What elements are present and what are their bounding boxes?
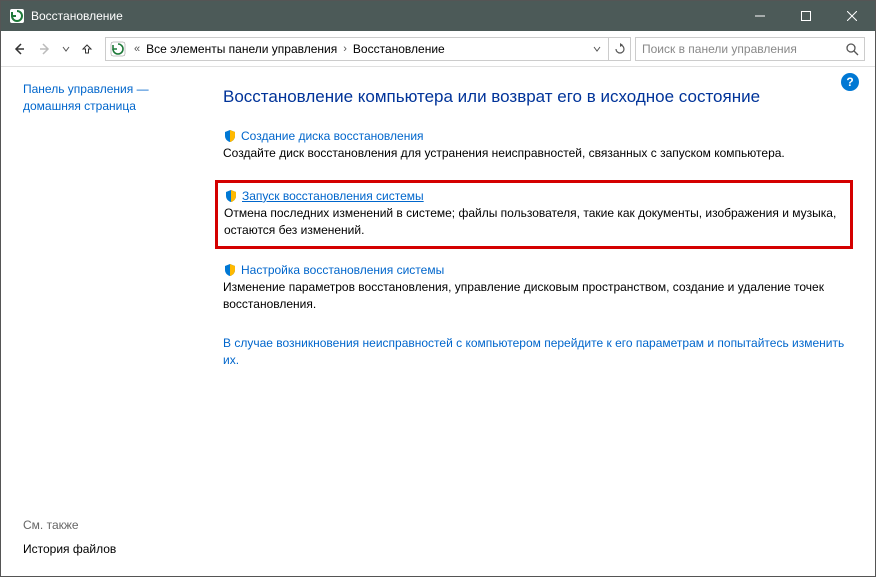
breadcrumb-item-recovery[interactable]: Восстановление (351, 42, 447, 56)
create-recovery-drive-desc: Создайте диск восстановления для устране… (223, 145, 845, 162)
content: ? Восстановление компьютера или возврат … (211, 67, 875, 576)
configure-system-restore-desc: Изменение параметров восстановления, упр… (223, 279, 845, 313)
maximize-button[interactable] (783, 1, 829, 31)
sidebar-home-label-line2: домашняя страница (23, 99, 136, 113)
page-title: Восстановление компьютера или возврат ег… (223, 87, 845, 107)
recovery-option-create-drive: Создание диска восстановления Создайте д… (223, 129, 845, 162)
address-bar[interactable]: « Все элементы панели управления › Восст… (105, 37, 631, 61)
window-title: Восстановление (31, 9, 737, 23)
sidebar-home-label-line1: Панель управления — (23, 82, 149, 96)
create-recovery-drive-link[interactable]: Создание диска восстановления (241, 129, 424, 143)
minimize-button[interactable] (737, 1, 783, 31)
search-input[interactable] (636, 42, 840, 56)
help-icon[interactable]: ? (841, 73, 859, 91)
sidebar: Панель управления — домашняя страница См… (1, 67, 211, 576)
highlighted-option: Запуск восстановления системы Отмена пос… (215, 180, 853, 250)
shield-icon (223, 263, 237, 277)
sidebar-file-history-link[interactable]: История файлов (23, 542, 205, 556)
breadcrumb-root-chevron[interactable]: « (130, 43, 144, 55)
app-icon (9, 8, 25, 24)
address-dropdown-button[interactable] (586, 38, 608, 60)
chevron-right-icon[interactable]: › (339, 43, 351, 55)
breadcrumb: « Все элементы панели управления › Восст… (128, 42, 586, 56)
close-button[interactable] (829, 1, 875, 31)
recent-dropdown[interactable] (59, 45, 73, 53)
window-titlebar: Восстановление (1, 1, 875, 31)
sidebar-home-link[interactable]: Панель управления — домашняя страница (23, 81, 205, 116)
start-system-restore-link[interactable]: Запуск восстановления системы (242, 189, 424, 203)
start-system-restore-desc: Отмена последних изменений в системе; фа… (224, 205, 842, 239)
sidebar-see-also-label: См. также (23, 518, 205, 532)
nav-toolbar: « Все элементы панели управления › Восст… (1, 31, 875, 67)
troubleshoot-link[interactable]: В случае возникновения неисправностей с … (223, 335, 845, 370)
search-bar (635, 37, 865, 61)
refresh-button[interactable] (608, 38, 630, 60)
shield-icon (223, 129, 237, 143)
configure-system-restore-link[interactable]: Настройка восстановления системы (241, 263, 444, 277)
up-button[interactable] (75, 37, 99, 61)
nav-arrows (7, 37, 99, 61)
breadcrumb-item-all-elements[interactable]: Все элементы панели управления (144, 42, 339, 56)
body: Панель управления — домашняя страница См… (1, 67, 875, 576)
window-controls (737, 1, 875, 31)
recovery-option-configure: Настройка восстановления системы Изменен… (223, 263, 845, 313)
back-button[interactable] (7, 37, 31, 61)
search-button[interactable] (840, 38, 864, 60)
shield-icon (224, 189, 238, 203)
address-icon (108, 41, 128, 57)
forward-button[interactable] (33, 37, 57, 61)
